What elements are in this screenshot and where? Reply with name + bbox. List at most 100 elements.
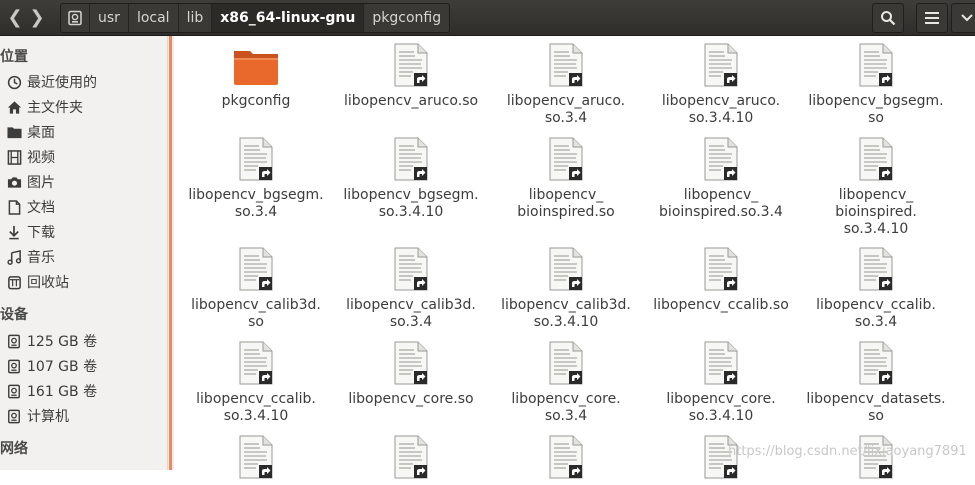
symlink-file-icon <box>548 43 584 87</box>
sidebar-item-label: 161 GB 卷 <box>27 384 98 400</box>
view-options-button[interactable] <box>951 3 975 33</box>
file-item[interactable]: libopencv_ccalib. so.3.4.10 <box>186 341 326 425</box>
file-item[interactable] <box>496 435 636 485</box>
menu-button[interactable] <box>916 3 948 33</box>
sidebar-item-trash[interactable]: 回收站 <box>6 271 69 293</box>
symlink-file-icon <box>548 435 584 479</box>
forward-button[interactable]: ❯ <box>22 3 52 31</box>
file-item[interactable]: libopencv_bgsegm. so.3.4 <box>186 137 326 221</box>
file-item[interactable]: libopencv_bgsegm. so.3.4.10 <box>341 137 481 221</box>
film-icon <box>6 149 22 165</box>
sidebar-item-downloads[interactable]: 下载 <box>6 221 55 243</box>
symlink-file-icon <box>393 247 429 291</box>
file-item[interactable]: libopencv_ bioinspired. so.3.4.10 <box>806 137 946 238</box>
symlink-file-icon <box>703 341 739 385</box>
sidebar-item-volume-161gb[interactable]: 161 GB 卷 <box>6 380 97 402</box>
breadcrumb-root[interactable] <box>61 4 90 32</box>
file-item[interactable]: libopencv_calib3d. so.3.4 <box>341 247 481 331</box>
symlink-file-icon <box>703 247 739 291</box>
symlink-file-icon <box>393 341 429 385</box>
breadcrumb: usr local lib x86_64-linux-gnu pkgconfig <box>60 3 451 33</box>
file-name-label: libopencv_calib3d. so.3.4 <box>346 297 476 330</box>
file-name-label: libopencv_ccalib. so.3.4.10 <box>196 391 316 424</box>
file-item[interactable] <box>186 435 326 485</box>
drive-icon <box>68 10 82 26</box>
header-bar: ❮ ❯ usr local lib x86_64-linux-gnu pkgco… <box>0 0 975 36</box>
symlink-file-icon <box>858 341 894 385</box>
symlink-file-icon <box>548 137 584 181</box>
symlink-file-icon <box>393 137 429 181</box>
folder-item[interactable]: pkgconfig <box>186 43 326 110</box>
breadcrumb-usr[interactable]: usr <box>90 4 129 32</box>
breadcrumb-x86_64-linux-gnu[interactable]: x86_64-linux-gnu <box>212 4 365 32</box>
drive-icon <box>6 408 22 424</box>
camera-icon <box>6 174 22 190</box>
places-heading: 位置 <box>0 49 28 65</box>
file-name-label: libopencv_core. so.3.4 <box>511 391 621 424</box>
symlink-file-icon <box>238 435 274 479</box>
file-name-label: libopencv_datasets. so <box>806 391 946 424</box>
file-name-label: libopencv_core. so.3.4.10 <box>666 391 776 424</box>
sidebar-item-volume-125gb[interactable]: 125 GB 卷 <box>6 330 97 352</box>
file-name-label: libopencv_aruco. so.3.4.10 <box>661 93 781 126</box>
file-name-label: libopencv_ bioinspired.so <box>517 187 615 220</box>
file-name-label: pkgconfig <box>221 93 291 109</box>
sidebar-item-desktop[interactable]: 桌面 <box>6 121 55 143</box>
symlink-file-icon <box>858 137 894 181</box>
file-item[interactable]: libopencv_core.so <box>341 341 481 408</box>
file-item[interactable] <box>341 435 481 485</box>
file-item[interactable]: libopencv_aruco. so.3.4 <box>496 43 636 127</box>
search-icon <box>881 11 896 26</box>
file-item[interactable]: libopencv_aruco. so.3.4.10 <box>651 43 791 127</box>
symlink-file-icon <box>858 43 894 87</box>
sidebar-item-videos[interactable]: 视频 <box>6 146 55 168</box>
sidebar-item-music[interactable]: 音乐 <box>6 246 55 268</box>
clock-icon <box>6 74 22 90</box>
sidebar-item-computer[interactable]: 计算机 <box>6 405 69 427</box>
sidebar-item-label: 下载 <box>27 225 55 241</box>
file-item[interactable]: libopencv_core. so.3.4.10 <box>651 341 791 425</box>
file-item[interactable]: libopencv_ccalib. so.3.4 <box>806 247 946 331</box>
file-item[interactable]: libopencv_bgsegm. so <box>806 43 946 127</box>
sidebar-item-documents[interactable]: 文档 <box>6 196 55 218</box>
sidebar-item-label: 图片 <box>27 175 55 191</box>
file-item[interactable] <box>651 435 791 485</box>
file-item[interactable]: libopencv_aruco.so <box>341 43 481 110</box>
file-item[interactable]: libopencv_datasets. so <box>806 341 946 425</box>
sidebar-item-label: 主文件夹 <box>27 100 83 116</box>
sidebar-item-pictures[interactable]: 图片 <box>6 171 55 193</box>
sidebar-item-label: 计算机 <box>27 409 69 425</box>
devices-heading: 设备 <box>0 307 28 323</box>
sidebar-item-home[interactable]: 主文件夹 <box>6 96 83 118</box>
breadcrumb-pkgconfig[interactable]: pkgconfig <box>364 4 449 32</box>
file-name-label: libopencv_aruco. so.3.4 <box>506 93 626 126</box>
file-name-label: libopencv_ccalib.so <box>653 297 789 313</box>
file-item[interactable] <box>806 435 946 485</box>
sidebar-item-recent[interactable]: 最近使用的 <box>6 71 97 93</box>
file-item[interactable]: libopencv_core. so.3.4 <box>496 341 636 425</box>
file-item[interactable]: libopencv_ bioinspired.so <box>496 137 636 221</box>
sidebar-item-label: 音乐 <box>27 250 55 266</box>
search-button[interactable] <box>872 3 904 33</box>
file-item[interactable]: libopencv_ bioinspired.so.3.4 <box>651 137 791 221</box>
file-name-label: libopencv_ bioinspired. so.3.4.10 <box>835 187 917 237</box>
sidebar-resize-handle[interactable] <box>167 36 174 470</box>
breadcrumb-lib[interactable]: lib <box>179 4 213 32</box>
drive-icon <box>6 333 22 349</box>
symlink-file-icon <box>393 43 429 87</box>
file-name-label: libopencv_bgsegm. so <box>808 93 944 126</box>
sidebar-item-label: 125 GB 卷 <box>27 334 98 350</box>
sidebar-item-label: 文档 <box>27 200 55 216</box>
symlink-file-icon <box>703 43 739 87</box>
sidebar-item-volume-107gb[interactable]: 107 GB 卷 <box>6 355 97 377</box>
sidebar: 位置 最近使用的 主文件夹 桌面 视频 图片 文档 下载 音乐 回收站 设备 1… <box>0 36 167 470</box>
breadcrumb-local[interactable]: local <box>129 4 179 32</box>
file-item[interactable]: libopencv_calib3d. so <box>186 247 326 331</box>
network-heading: 网络 <box>0 441 28 457</box>
file-item[interactable]: libopencv_ccalib.so <box>651 247 791 314</box>
chevron-right-icon: ❯ <box>29 6 45 28</box>
symlink-file-icon <box>238 341 274 385</box>
file-item[interactable]: libopencv_calib3d. so.3.4.10 <box>496 247 636 331</box>
sidebar-item-label: 回收站 <box>27 275 69 291</box>
chevron-left-icon: ❮ <box>7 6 23 28</box>
